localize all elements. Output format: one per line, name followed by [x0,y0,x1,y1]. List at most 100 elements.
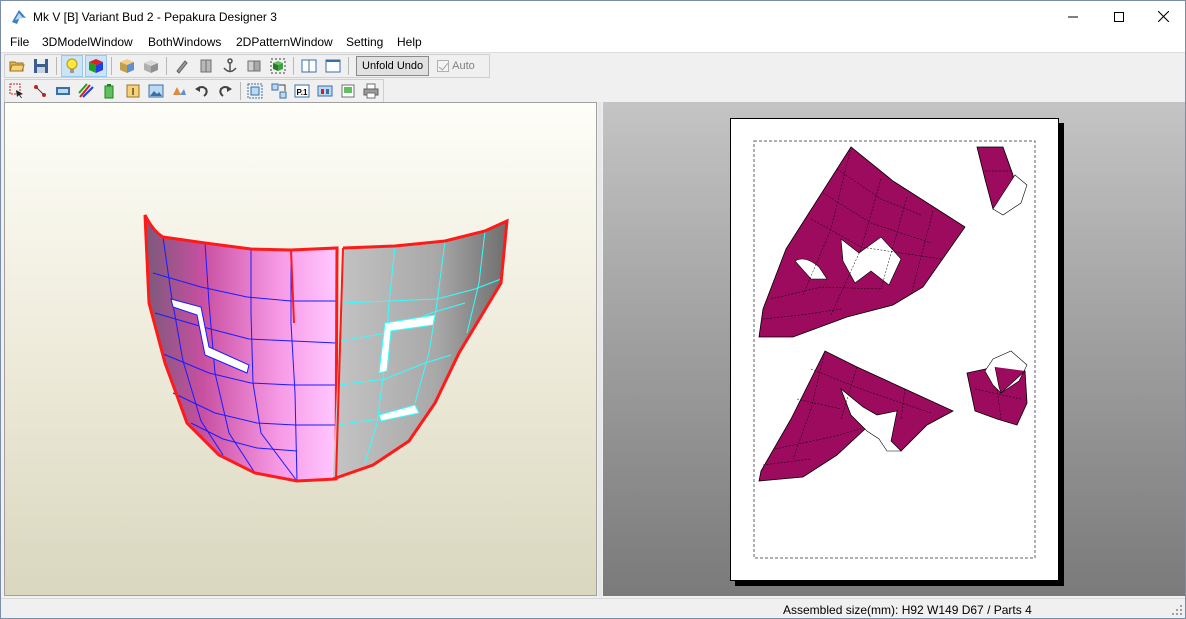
3d-model-view[interactable] [4,102,597,596]
maximize-button[interactable] [1096,1,1142,32]
save-button[interactable] [30,55,52,77]
redo-arrow-icon [219,86,233,97]
zoom-fit-button[interactable] [245,80,266,102]
print-settings-icon [341,84,355,98]
toolbar-separator [111,57,112,75]
undo-arrow-icon [195,86,208,97]
toolbar-separator [239,82,241,100]
open-file-button[interactable] [6,55,28,77]
folder-open-icon [9,61,25,72]
pencil-icon [176,60,188,74]
cut-tool-button[interactable] [52,80,73,102]
flip-button[interactable] [168,80,189,102]
arrange-icon [271,83,287,99]
toolbar-separator [348,57,349,75]
fold-lines-button[interactable] [243,55,265,77]
minimize-button[interactable] [1050,1,1096,32]
pattern-part-2[interactable] [976,146,1028,216]
menu-help[interactable]: Help [397,35,422,49]
select-part-button[interactable] [267,55,289,77]
pattern-toolbar: I P.1 [4,79,384,103]
auto-checkbox[interactable]: Auto [437,60,475,72]
auto-checkbox-label: Auto [452,60,475,72]
anchor-icon [223,58,237,73]
colored-cube-icon [89,59,103,73]
3d-model-canvas[interactable] [5,103,597,596]
3d-model-right-part[interactable] [332,218,509,481]
glue-flaps-button[interactable] [195,55,217,77]
film-strip-icon [55,87,70,95]
close-icon [1157,11,1169,22]
pattern-part-3[interactable] [758,350,954,482]
toolbar-separator [56,57,57,75]
texture-toggle-button[interactable] [85,55,107,77]
fold-icon [247,60,261,72]
gray-box-icon [144,60,158,73]
toolbar-separator [293,57,294,75]
printer-icon [363,83,379,99]
select-mode-button[interactable] [6,80,27,102]
title-bar: Mk V [B] Variant Bud 2 - Pepakura Design… [1,1,1185,32]
split-view-button[interactable] [298,55,320,77]
light-bulb-icon [66,58,78,73]
flip-part-icon [172,87,186,95]
pepakura-logo-icon [12,10,26,24]
undo-button[interactable] [192,80,213,102]
show-back-faces-button[interactable] [140,55,162,77]
print-settings-button[interactable] [338,80,359,102]
box-icon [120,59,134,73]
color-pencils-icon [78,83,94,98]
menu-3dmodelwindow[interactable]: 3DModelWindow [42,35,133,49]
menu-2dpatternwindow[interactable]: 2DPatternWindow [236,35,333,49]
maximize-icon [1114,11,1124,22]
page-number-icon: P.1 [294,84,310,98]
page-layout-icon [317,85,333,97]
page-layout-button[interactable] [314,80,335,102]
arrange-parts-button[interactable] [268,80,289,102]
window-title: Mk V [B] Variant Bud 2 - Pepakura Design… [33,10,277,24]
battery-button[interactable] [99,80,120,102]
pattern-part-4[interactable] [966,350,1028,426]
window-icon [325,59,341,73]
view-splitter[interactable] [598,102,602,596]
text-tool-button[interactable]: I [122,80,143,102]
assembled-size-status: Assembled size(mm): H92 W149 D67 / Parts… [783,603,1032,617]
battery-icon [104,84,114,99]
zoom-fit-icon [247,83,263,99]
checkbox-check-icon [437,60,450,72]
show-faces-button[interactable] [116,55,138,77]
picture-icon [148,84,164,98]
minimize-icon [1068,16,1078,17]
menu-bothwindows[interactable]: BothWindows [148,35,221,49]
save-disk-icon [34,59,48,73]
edit-pen-button[interactable] [171,55,193,77]
menu-setting[interactable]: Setting [346,35,383,49]
menu-file[interactable]: File [10,35,29,49]
close-button[interactable] [1140,1,1186,32]
resize-grip-icon[interactable] [1171,604,1183,616]
redo-button[interactable] [215,80,236,102]
green-cube-select-icon [270,58,286,74]
main-toolbar: Unfold Undo Auto [4,54,490,78]
color-edges-button[interactable] [76,80,97,102]
page-number-button[interactable]: P.1 [291,80,312,102]
app-window: Mk V [B] Variant Bud 2 - Pepakura Design… [0,0,1186,619]
print-button[interactable] [361,80,382,102]
unfold-undo-button[interactable]: Unfold Undo [356,56,430,76]
paper-sheet [730,118,1059,581]
flap-icon [200,59,212,73]
2d-pattern-view[interactable] [603,102,1185,596]
3d-model-left-part[interactable] [143,214,339,483]
anchor-button[interactable] [219,55,241,77]
toolbar-separator [166,57,167,75]
pattern-part-1[interactable] [758,146,966,338]
join-edges-button[interactable] [29,80,50,102]
text-box-icon: I [126,84,140,98]
light-toggle-button[interactable] [61,55,83,77]
image-tool-button[interactable] [145,80,166,102]
single-view-button[interactable] [322,55,344,77]
join-edges-icon [33,85,46,97]
pattern-canvas[interactable] [731,119,1058,580]
menu-bar: File 3DModelWindow BothWindows 2DPattern… [1,32,1185,53]
select-arrow-icon [9,83,23,98]
